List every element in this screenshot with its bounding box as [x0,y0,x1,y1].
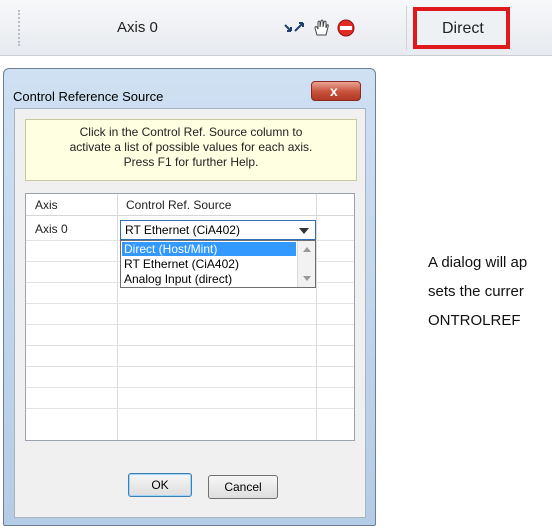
document-text-line: A dialog will ap [428,254,528,271]
row-line [26,366,354,367]
column-divider [316,194,317,440]
scroll-up-icon[interactable] [303,247,311,252]
axis-source-grid: Axis Control Ref. Source Axis 0 RT Ether… [25,193,355,441]
source-dropdown-list: Direct (Host/Mint) RT Ethernet (CiA402) … [120,240,316,288]
control-reference-source-dialog: Control Reference Source x Click in the … [3,68,376,526]
row-line [26,387,354,388]
ok-button[interactable]: OK [128,473,192,497]
row-axis-cell[interactable]: Axis 0 [35,222,68,236]
dropdown-option-analog-input[interactable]: Analog Input (direct) [122,272,296,286]
info-line: Press F1 for further Help. [123,155,259,169]
info-line: activate a list of possible values for e… [69,140,313,154]
column-header-axis[interactable]: Axis [35,198,58,212]
document-text-line: sets the currer [428,283,524,300]
close-icon: x [330,83,338,99]
column-divider [117,194,118,440]
document-text-line: ONTROLREF [428,312,521,329]
row-line [26,324,354,325]
row-line [26,408,354,409]
combobox-value: RT Ethernet (CiA402) [125,223,240,237]
strip-grip [18,10,24,46]
hand-icon[interactable] [311,19,333,37]
move-arrows-icon[interactable] [283,19,305,37]
stop-icon[interactable] [335,19,357,37]
info-line: Click in the Control Ref. Source column … [79,125,303,139]
row-line [26,303,354,304]
chevron-down-icon[interactable] [299,228,309,234]
cancel-button[interactable]: Cancel [208,475,278,499]
column-header-control-ref-source[interactable]: Control Ref. Source [126,198,231,212]
control-ref-source-combobox[interactable]: RT Ethernet (CiA402) [120,220,316,240]
strip-separator [406,6,407,50]
dropdown-option-direct[interactable]: Direct (Host/Mint) [122,242,296,256]
control-ref-source-indicator[interactable]: Direct [413,7,510,49]
grid-header: Axis Control Ref. Source [26,194,354,216]
close-button[interactable]: x [311,81,361,101]
row-line [26,345,354,346]
scroll-down-icon[interactable] [303,276,311,281]
dropdown-option-rt-ethernet[interactable]: RT Ethernet (CiA402) [122,257,296,271]
dialog-client-area: Click in the Control Ref. Source column … [14,108,366,518]
axis-label: Axis 0 [117,19,158,36]
help-info-box: Click in the Control Ref. Source column … [25,119,357,181]
axis-status-strip: Axis 0 Direct [0,0,552,56]
control-ref-value: Direct [442,20,484,37]
dropdown-scrollbar[interactable] [297,241,315,287]
dialog-title: Control Reference Source [13,89,164,104]
